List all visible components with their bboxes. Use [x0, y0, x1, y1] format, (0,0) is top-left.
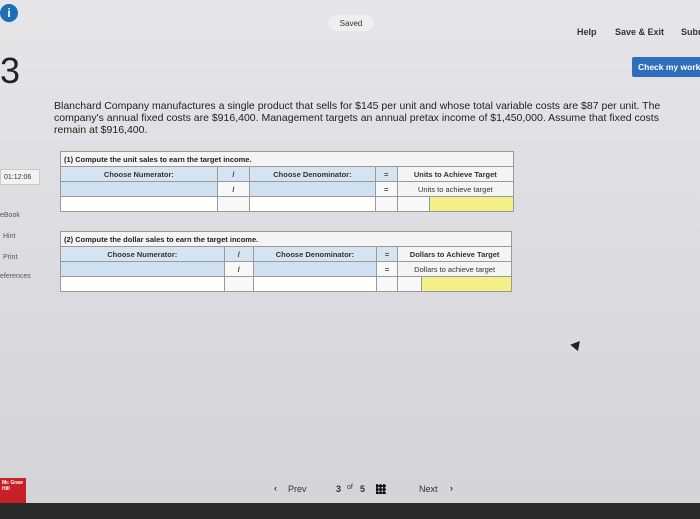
- part1-slash: /: [216, 166, 251, 182]
- help-link[interactable]: Help: [577, 27, 597, 37]
- part2-result-label: Dollars to achieve target: [397, 261, 512, 277]
- next-button[interactable]: Next: [419, 484, 438, 494]
- part2-denominator-input[interactable]: [252, 276, 377, 292]
- part1-denominator-header: Choose Denominator:: [249, 166, 376, 182]
- prev-button[interactable]: Prev: [288, 484, 307, 494]
- page-current: 3: [336, 484, 342, 494]
- part2-result-header: Dollars to Achieve Target: [397, 246, 512, 262]
- question-number: 3: [0, 50, 21, 91]
- part2-slash: /: [223, 246, 254, 262]
- hint-link[interactable]: Hint: [3, 233, 15, 240]
- timer: 01:12:06: [0, 169, 40, 185]
- part1-numerator-header: Choose Numerator:: [60, 166, 218, 182]
- part2-equals-2: =: [375, 261, 399, 277]
- question-navigation: ‹ Prev 3 of 5 Next ›: [270, 478, 460, 500]
- part1-numerator-input[interactable]: [60, 196, 218, 212]
- print-link[interactable]: Print: [3, 254, 17, 261]
- part1-answer-input[interactable]: [428, 196, 515, 212]
- part2-denominator-label-select[interactable]: [252, 261, 377, 277]
- references-link[interactable]: eferences: [0, 273, 31, 280]
- part1-equals: =: [374, 166, 398, 182]
- part2-numerator-label-select[interactable]: [60, 261, 225, 277]
- save-exit-link[interactable]: Save & Exit: [615, 27, 664, 37]
- ebook-link[interactable]: eBook: [0, 212, 20, 219]
- check-my-work-button[interactable]: Check my work: [632, 57, 700, 77]
- info-icon[interactable]: i: [0, 4, 18, 22]
- part2-equals: =: [375, 246, 399, 262]
- check-my-work-label: Check my work: [638, 62, 700, 72]
- part2-answer-input[interactable]: [420, 276, 513, 292]
- problem-text: Blanchard Company manufactures a single …: [54, 100, 661, 136]
- part1-spacer: [396, 196, 430, 212]
- part2-denominator-header: Choose Denominator:: [252, 246, 377, 262]
- part2-numerator-header: Choose Numerator:: [60, 246, 225, 262]
- part2-spacer: [397, 276, 422, 292]
- part1-denominator-label-select[interactable]: [249, 181, 376, 197]
- part1-slash-2: /: [216, 181, 251, 197]
- part2-table: (2) Compute the dollar sales to earn the…: [60, 231, 513, 292]
- mcgraw-hill-logo: Mc Graw Hill: [0, 478, 26, 504]
- page-of: of: [347, 484, 353, 491]
- grid-view-icon[interactable]: [376, 484, 386, 494]
- prev-chevron-icon[interactable]: ‹: [274, 483, 277, 493]
- mouse-cursor-icon: [570, 337, 584, 352]
- part2-slash-2: /: [223, 261, 254, 277]
- screen-bezel: [0, 503, 700, 519]
- part1-table: (1) Compute the unit sales to earn the t…: [60, 151, 515, 212]
- part1-numerator-label-select[interactable]: [60, 181, 218, 197]
- saved-status: Saved: [328, 15, 374, 31]
- next-chevron-icon[interactable]: ›: [450, 483, 453, 493]
- part1-title: (1) Compute the unit sales to earn the t…: [60, 151, 514, 167]
- submit-link[interactable]: Subr: [681, 27, 700, 37]
- part1-denominator-input[interactable]: [249, 196, 376, 212]
- part2-title: (2) Compute the dollar sales to earn the…: [60, 231, 512, 247]
- page-total: 5: [360, 484, 366, 494]
- part1-result-header: Units to Achieve Target: [396, 166, 515, 182]
- part2-numerator-input[interactable]: [60, 276, 225, 292]
- part1-equals-2: =: [374, 181, 398, 197]
- part1-result-label: Units to achieve target: [396, 181, 515, 197]
